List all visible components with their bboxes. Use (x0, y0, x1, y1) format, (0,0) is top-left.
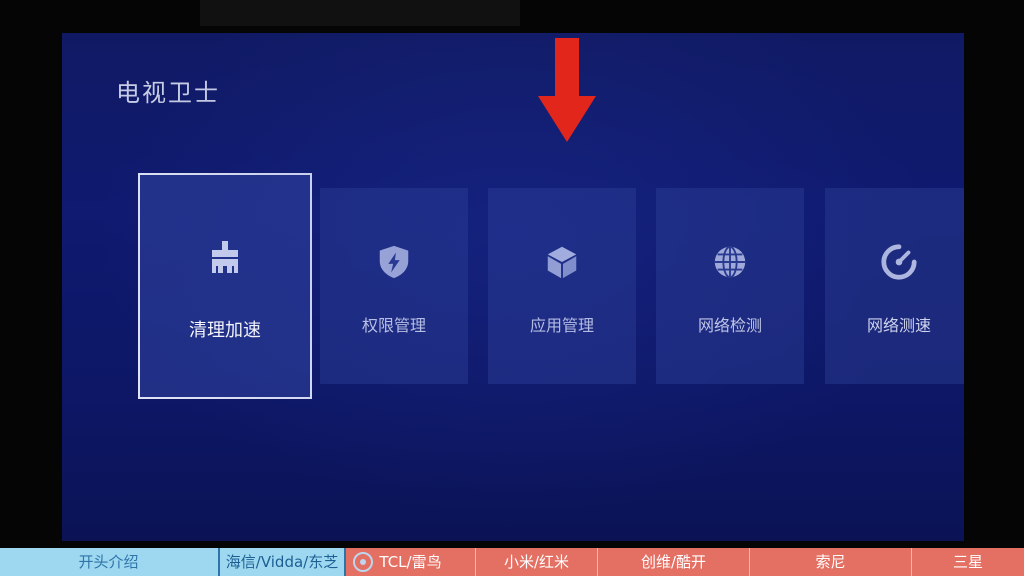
chapter-xiaomi[interactable]: 小米/红米 (476, 548, 598, 576)
tile-cleanup-accelerate[interactable]: 清理加速 (138, 173, 312, 399)
globe-icon (714, 245, 746, 279)
chapter-intro[interactable]: 开头介绍 (0, 548, 218, 576)
chapter-sony[interactable]: 索尼 (750, 548, 912, 576)
tile-label: 权限管理 (361, 316, 426, 335)
cube-icon (547, 246, 577, 279)
tile-label: 应用管理 (529, 316, 594, 335)
tile-label: 网络检测 (697, 316, 762, 335)
page-title: 电视卫士 (116, 79, 220, 107)
chapter-label: TCL/雷鸟 (379, 553, 442, 571)
chapter-hisense[interactable]: 海信/Vidda/东芝 (218, 548, 346, 576)
tile-network-check[interactable]: 网络检测 (656, 188, 804, 384)
tile-label: 清理加速 (189, 320, 261, 341)
tile-network-speed-test[interactable]: 网络测速 (825, 188, 964, 384)
tile-permission-management[interactable]: 权限管理 (320, 188, 468, 384)
chapter-tcl[interactable]: TCL/雷鸟 (346, 548, 476, 576)
playhead-cursor-icon[interactable] (352, 551, 374, 573)
tv-screen: 电视卫士 清理加速 权限管理 应用管理 网络检测 网络测速 (62, 33, 964, 541)
tile-app-management[interactable]: 应用管理 (488, 188, 636, 384)
video-chapter-bar: 开头介绍 海信/Vidda/东芝 TCL/雷鸟 小米/红米 创维/酷开 索尼 三… (0, 548, 1024, 576)
broom-icon (212, 241, 238, 273)
shield-lightning-icon (379, 245, 409, 279)
speedometer-icon (881, 244, 917, 280)
top-dark-strip (200, 0, 520, 26)
chapter-samsung[interactable]: 三星 (912, 548, 1024, 576)
tile-label: 网络测速 (866, 316, 931, 335)
chapter-skyworth[interactable]: 创维/酷开 (598, 548, 750, 576)
red-down-arrow-annotation (538, 38, 596, 142)
